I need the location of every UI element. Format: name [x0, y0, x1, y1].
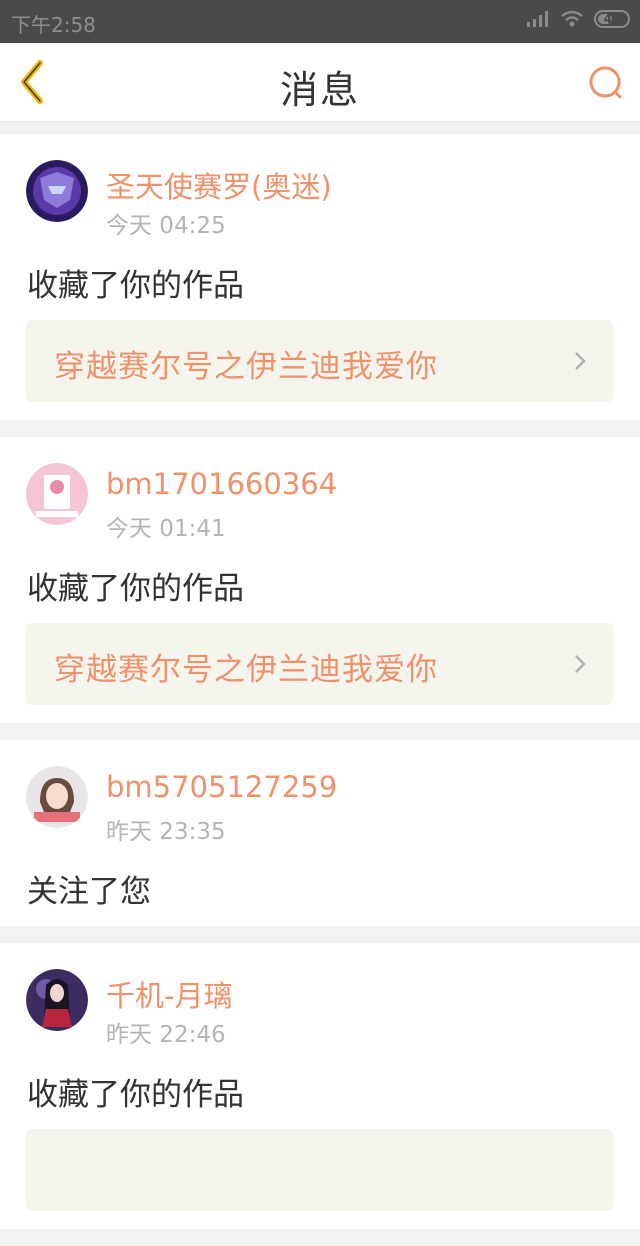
message-action: 收藏了你的作品	[27, 1077, 244, 1113]
battery-icon: 47	[594, 10, 630, 28]
message-time: 昨天 22:46	[106, 1022, 226, 1048]
message-time: 今天 01:41	[106, 516, 226, 542]
message-card: bm5705127259 昨天 23:35 关注了您	[0, 740, 640, 926]
work-link[interactable]: 穿越赛尔号之伊兰迪我爱你	[26, 320, 613, 402]
search-icon	[589, 66, 622, 99]
wifi-icon	[561, 10, 583, 27]
work-title: 穿越赛尔号之伊兰迪我爱你	[54, 349, 438, 385]
nav-bar: 消息	[0, 43, 640, 122]
message-time: 今天 04:25	[106, 213, 226, 239]
message-card: 千机-月璃 昨天 22:46 收藏了你的作品	[0, 943, 640, 1229]
username[interactable]: bm1701660364	[106, 467, 337, 501]
message-time: 昨天 23:35	[106, 819, 226, 845]
avatar[interactable]	[26, 160, 88, 222]
search-button[interactable]	[586, 63, 626, 103]
page-title: 消息	[279, 68, 360, 112]
message-card: 圣天使赛罗(奥迷) 今天 04:25 收藏了你的作品 穿越赛尔号之伊兰迪我爱你	[0, 134, 640, 420]
username[interactable]: 圣天使赛罗(奥迷)	[106, 164, 332, 206]
signal-icon	[527, 11, 548, 27]
status-bar: 下午2:58 47	[0, 0, 640, 43]
status-icons: 47	[526, 10, 630, 28]
avatar[interactable]	[26, 766, 88, 828]
work-link[interactable]	[26, 1129, 613, 1211]
username[interactable]: 千机-月璃	[106, 973, 232, 1015]
message-list: 圣天使赛罗(奥迷) 今天 04:25 收藏了你的作品 穿越赛尔号之伊兰迪我爱你 …	[0, 134, 640, 1246]
message-action: 收藏了你的作品	[27, 571, 244, 607]
work-title: 穿越赛尔号之伊兰迪我爱你	[54, 652, 438, 688]
message-action: 关注了您	[27, 874, 151, 910]
battery-level: 47	[603, 12, 621, 26]
chevron-right-icon	[575, 655, 586, 673]
chevron-right-icon	[575, 352, 586, 370]
work-link[interactable]: 穿越赛尔号之伊兰迪我爱你	[26, 623, 613, 705]
message-action: 收藏了你的作品	[27, 268, 244, 304]
status-time: 下午2:58	[11, 13, 96, 37]
avatar[interactable]	[26, 463, 88, 525]
avatar[interactable]	[26, 969, 88, 1031]
username[interactable]: bm5705127259	[106, 770, 337, 804]
message-card: bm1701660364 今天 01:41 收藏了你的作品 穿越赛尔号之伊兰迪我…	[0, 437, 640, 723]
